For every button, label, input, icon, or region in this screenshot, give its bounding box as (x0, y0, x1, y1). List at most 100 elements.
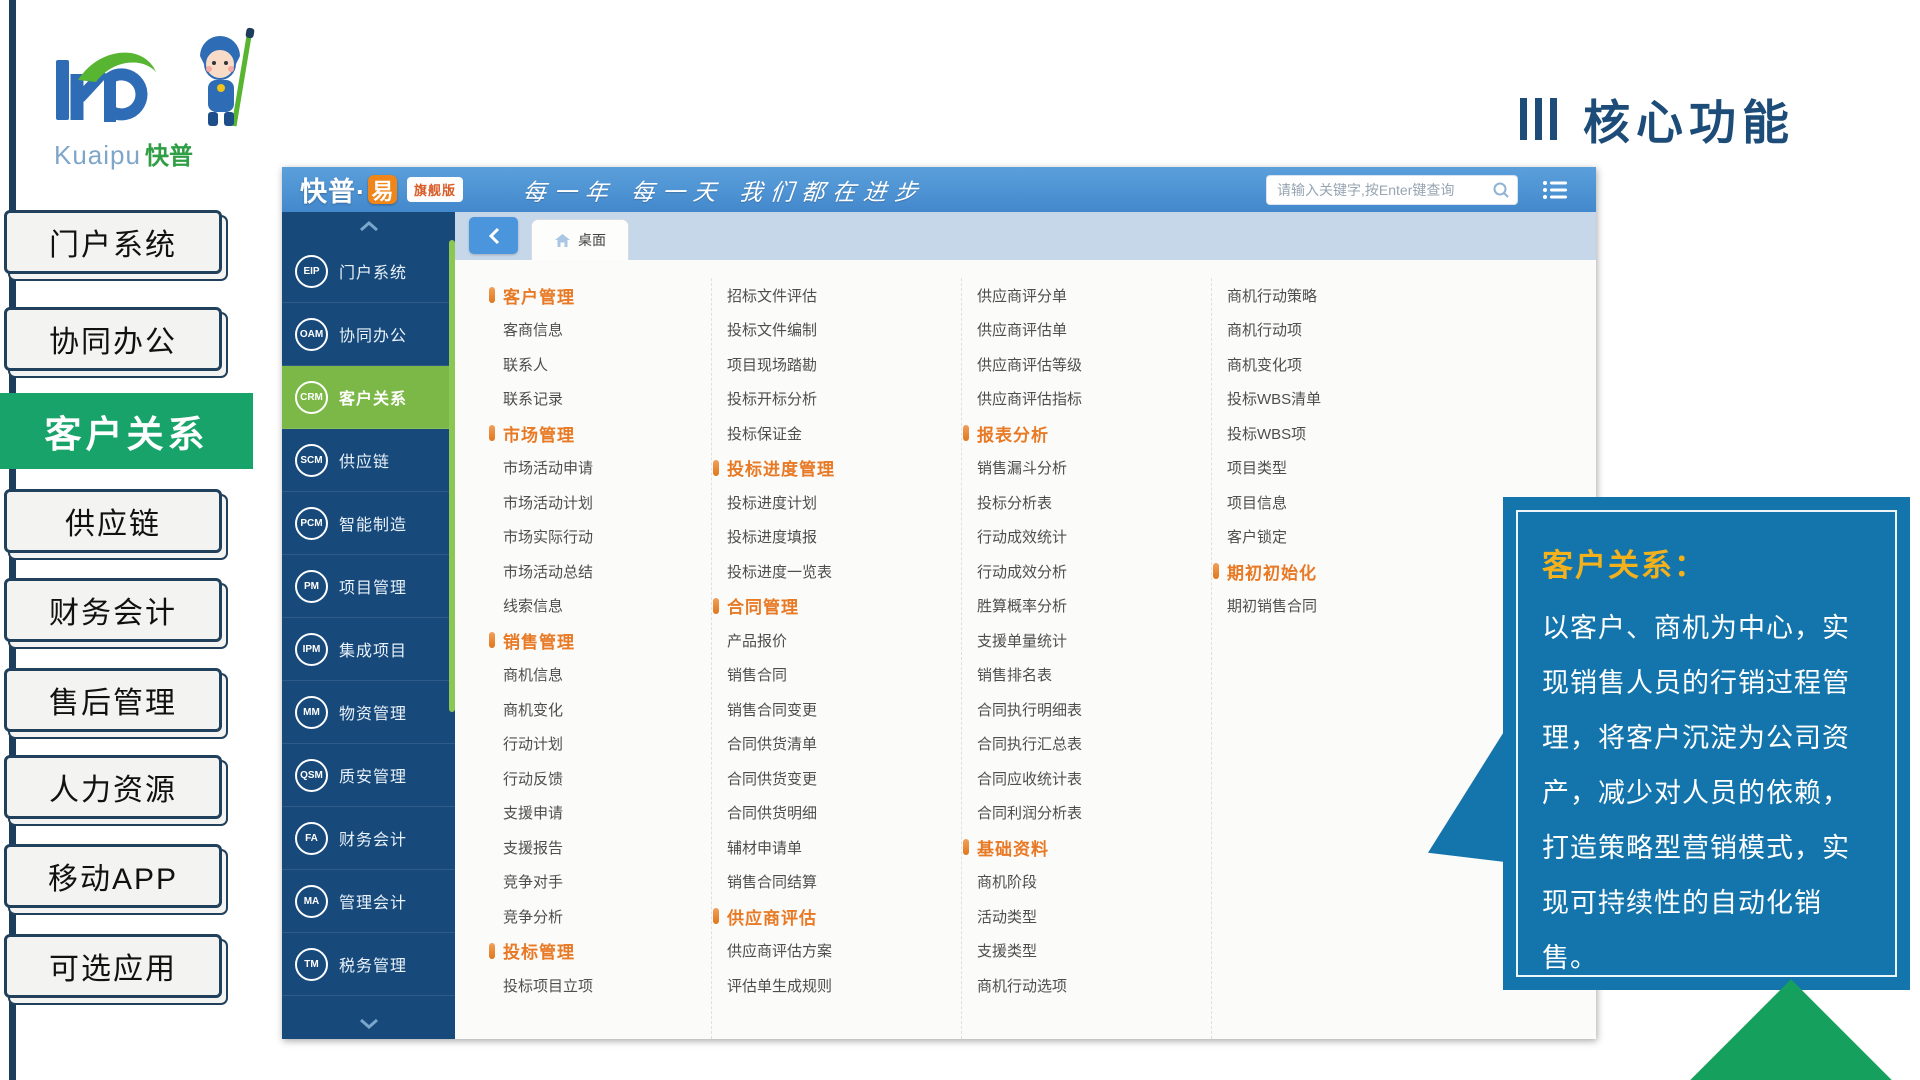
menu-item[interactable]: 投标文件编制 (712, 313, 961, 348)
nav-item[interactable]: OAM协同办公 (282, 303, 455, 366)
menu-item[interactable]: 供应商评估等级 (962, 347, 1211, 382)
nav-item[interactable]: EIP门户系统 (282, 240, 455, 303)
menu-item[interactable]: 销售漏斗分析 (962, 451, 1211, 486)
menu-item[interactable]: 线索信息 (488, 589, 711, 624)
menu-item[interactable]: 供应商评分单 (962, 278, 1211, 313)
nav-item[interactable]: MM物资管理 (282, 681, 455, 744)
nav-item[interactable]: IPM集成项目 (282, 618, 455, 681)
menu-item[interactable]: 供应商评估单 (962, 313, 1211, 348)
search-icon[interactable] (1492, 181, 1510, 199)
nav-scrollbar[interactable] (449, 240, 455, 712)
menu-item[interactable]: 产品报价 (712, 623, 961, 658)
menu-item[interactable]: 投标项目立项 (488, 968, 711, 1003)
menu-item[interactable]: 销售合同 (712, 658, 961, 693)
menu-item[interactable]: 商机信息 (488, 658, 711, 693)
side-menu-item[interactable]: 移动APP (4, 844, 222, 908)
nav-item[interactable]: CRM客户关系 (282, 366, 455, 429)
nav-scroll-down[interactable] (282, 1009, 455, 1037)
menu-item[interactable]: 合同利润分析表 (962, 796, 1211, 831)
menu-item[interactable]: 客户锁定 (1212, 520, 1497, 555)
tab-desktop[interactable]: 桌面 (531, 219, 629, 260)
nav-item[interactable]: FA财务会计 (282, 807, 455, 870)
menu-item[interactable]: 胜算概率分析 (962, 589, 1211, 624)
kuaipu-logo-mark (52, 38, 180, 130)
menu-item[interactable]: 评估单生成规则 (712, 968, 961, 1003)
nav-item[interactable]: PM项目管理 (282, 555, 455, 618)
back-button[interactable] (469, 217, 518, 254)
nav-scroll-up[interactable] (282, 212, 455, 240)
menu-item[interactable]: 合同供货明细 (712, 796, 961, 831)
side-menu-item[interactable]: 供应链 (4, 489, 222, 553)
menu-item[interactable]: 市场活动总结 (488, 554, 711, 589)
menu-item[interactable]: 合同供货变更 (712, 761, 961, 796)
menu-item[interactable]: 投标进度计划 (712, 485, 961, 520)
nav-item[interactable]: SCM供应链 (282, 429, 455, 492)
side-menu-item[interactable]: 门户系统 (4, 210, 222, 274)
side-menu-item[interactable]: 财务会计 (4, 578, 222, 642)
nav-items: EIP门户系统OAM协同办公CRM客户关系SCM供应链PCM智能制造PM项目管理… (282, 240, 455, 996)
menu-item[interactable]: 期初销售合同 (1212, 589, 1497, 624)
app-search-input[interactable] (1266, 175, 1518, 205)
nav-item-label: 智能制造 (339, 511, 407, 535)
menu-item[interactable]: 商机阶段 (962, 865, 1211, 900)
menu-item[interactable]: 活动类型 (962, 899, 1211, 934)
menu-item[interactable]: 销售合同变更 (712, 692, 961, 727)
nav-item[interactable]: MA管理会计 (282, 870, 455, 933)
nav-module-icon: OAM (295, 318, 328, 351)
list-menu-icon[interactable] (1542, 180, 1568, 200)
tab-desktop-label: 桌面 (578, 230, 606, 250)
menu-item[interactable]: 竞争分析 (488, 899, 711, 934)
menu-item[interactable]: 投标WBS清单 (1212, 382, 1497, 417)
menu-item[interactable]: 销售排名表 (962, 658, 1211, 693)
menu-item[interactable]: 投标进度一览表 (712, 554, 961, 589)
menu-item[interactable]: 支援申请 (488, 796, 711, 831)
menu-item[interactable]: 合同应收统计表 (962, 761, 1211, 796)
menu-item[interactable]: 联系人 (488, 347, 711, 382)
menu-item[interactable]: 合同供货清单 (712, 727, 961, 762)
menu-item[interactable]: 支援类型 (962, 934, 1211, 969)
menu-item[interactable]: 投标WBS项 (1212, 416, 1497, 451)
menu-item[interactable]: 联系记录 (488, 382, 711, 417)
menu-item[interactable]: 项目信息 (1212, 485, 1497, 520)
menu-item[interactable]: 供应商评估指标 (962, 382, 1211, 417)
menu-item[interactable]: 招标文件评估 (712, 278, 961, 313)
menu-item[interactable]: 投标保证金 (712, 416, 961, 451)
menu-item[interactable]: 销售合同结算 (712, 865, 961, 900)
menu-item[interactable]: 投标开标分析 (712, 382, 961, 417)
menu-item[interactable]: 合同执行汇总表 (962, 727, 1211, 762)
menu-item[interactable]: 行动反馈 (488, 761, 711, 796)
nav-module-icon: TM (295, 948, 328, 981)
menu-item[interactable]: 项目类型 (1212, 451, 1497, 486)
menu-group-header: 投标进度管理 (712, 451, 961, 486)
side-menu-item[interactable]: 客户关系 (0, 393, 253, 469)
menu-item[interactable]: 商机行动策略 (1212, 278, 1497, 313)
menu-item[interactable]: 投标进度填报 (712, 520, 961, 555)
menu-item[interactable]: 投标分析表 (962, 485, 1211, 520)
menu-item[interactable]: 客商信息 (488, 313, 711, 348)
side-menu-item[interactable]: 售后管理 (4, 668, 222, 732)
menu-item[interactable]: 支援单量统计 (962, 623, 1211, 658)
side-menu-item[interactable]: 可选应用 (4, 934, 222, 998)
menu-item[interactable]: 合同执行明细表 (962, 692, 1211, 727)
side-menu-item[interactable]: 协同办公 (4, 307, 222, 371)
menu-item[interactable]: 市场活动计划 (488, 485, 711, 520)
menu-item[interactable]: 商机行动选项 (962, 968, 1211, 1003)
menu-item[interactable]: 行动成效统计 (962, 520, 1211, 555)
menu-item[interactable]: 行动成效分析 (962, 554, 1211, 589)
menu-item[interactable]: 供应商评估方案 (712, 934, 961, 969)
nav-item[interactable]: TM税务管理 (282, 933, 455, 996)
nav-item[interactable]: QSM质安管理 (282, 744, 455, 807)
menu-item[interactable]: 商机行动项 (1212, 313, 1497, 348)
nav-item[interactable]: PCM智能制造 (282, 492, 455, 555)
menu-item[interactable]: 商机变化 (488, 692, 711, 727)
menu-item[interactable]: 市场活动申请 (488, 451, 711, 486)
side-menu-item[interactable]: 人力资源 (4, 755, 222, 819)
menu-item[interactable]: 商机变化项 (1212, 347, 1497, 382)
menu-item[interactable]: 项目现场踏勘 (712, 347, 961, 382)
menu-item[interactable]: 支援报告 (488, 830, 711, 865)
menu-item[interactable]: 竞争对手 (488, 865, 711, 900)
menu-item[interactable]: 市场实际行动 (488, 520, 711, 555)
menu-item[interactable]: 行动计划 (488, 727, 711, 762)
menu-item[interactable]: 辅材申请单 (712, 830, 961, 865)
menu-group-header: 报表分析 (962, 416, 1211, 451)
